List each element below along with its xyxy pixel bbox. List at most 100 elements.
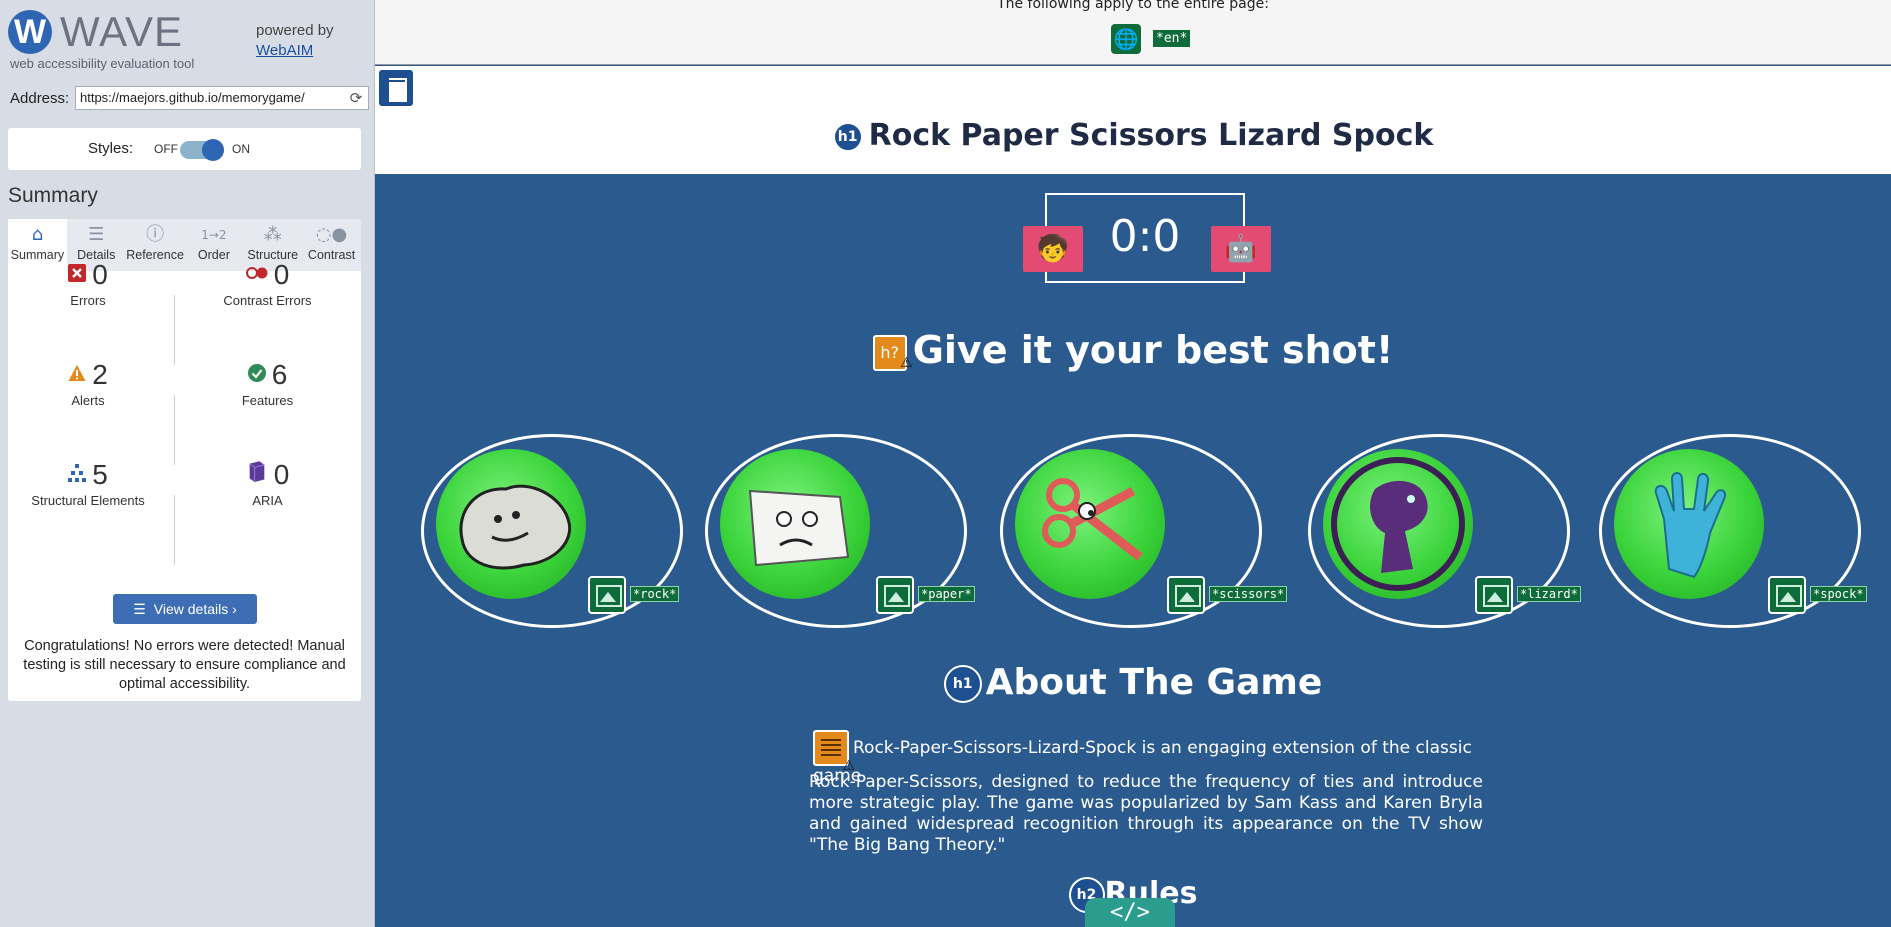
structural-label: Structural Elements [31,493,145,508]
page-level-info: The following apply to the entire page: … [375,0,1891,65]
stat-divider [174,295,175,365]
image-alt-icon[interactable] [1768,576,1806,614]
paper-choice[interactable]: *paper* [705,434,975,628]
possible-heading-alert-icon[interactable]: h? [872,334,913,379]
image-alt-icon[interactable] [588,576,626,614]
shot-heading: h?Give it your best shot! [375,328,1891,379]
player-avatar: 🧒 [1023,226,1083,272]
summary-panel: ⌂ Summary ☰ Details ⓘ Reference 1→2 Order ⁂ S… [8,219,361,701]
alt-text-tag: *scissors* [1209,586,1288,602]
alt-text-tag: *spock* [1810,586,1867,602]
page-title-text: Rock Paper Scissors Lizard Spock [868,118,1434,153]
alert-icon [68,365,86,381]
alerts-count: 2 [92,359,108,390]
language-globe-icon[interactable]: 🌐 [1111,24,1141,54]
spock-choice[interactable]: *spock* [1599,434,1867,628]
page-title: h1 Rock Paper Scissors Lizard Spock [375,118,1891,153]
webaim-link[interactable]: WebAIM [256,42,313,59]
about-paragraph: Rock-Paper-Scissors, designed to reduce … [809,772,1483,855]
about-heading-text: About The Game [985,662,1323,703]
image-alt-icon[interactable] [1167,576,1205,614]
address-label: Address: [10,90,70,107]
styles-on-label: ON [232,142,250,156]
image-alt-icon[interactable] [876,576,914,614]
wave-sidebar: W WAVE web accessibility evaluation tool… [0,0,375,927]
contrast-errors-stat: 0 Contrast Errors [174,259,361,308]
aria-count: 0 [273,459,290,490]
lizard-icon [1331,457,1465,591]
rock-choice[interactable]: *rock* [421,434,683,628]
congrats-message: Congratulations! No errors were detected… [23,638,346,692]
lizard-choice[interactable]: *lizard* [1308,434,1581,628]
structural-stat: 5 Structural Elements [8,459,168,508]
scissors-icon [1042,478,1143,561]
features-count: 6 [271,359,288,390]
stat-divider [174,495,175,565]
contrast-errors-count: 0 [273,259,290,290]
heading-h1-icon[interactable]: h1 [943,665,982,703]
features-stat: 6 Features [174,359,361,408]
aria-stat: 0 ARIA [174,459,361,508]
stat-divider [174,395,175,465]
view-details-button[interactable]: ☰ View details › [113,594,257,624]
structure-icon: ⁂ [263,224,282,245]
about-heading: h1 About The Game [375,662,1891,703]
paper-icon [748,489,850,567]
reload-icon[interactable]: ⟳ [347,89,365,107]
alt-text-tag: *paper* [918,586,975,602]
view-details-label: View details › [153,601,237,617]
errors-count: 0 [92,259,108,290]
robot-avatar: 🤖 [1211,226,1271,272]
image-alt-icon[interactable] [1475,576,1513,614]
contrast-error-icon [245,267,268,279]
styles-toggle-box: Styles: OFF ON [8,128,361,170]
errors-label: Errors [70,293,106,308]
list-icon: ☰ [133,601,146,617]
order-icon: 1→2 [201,228,227,242]
errors-stat: 0 Errors [8,259,168,308]
summary-title: Summary [8,184,98,207]
contrast-errors-label: Contrast Errors [223,293,312,308]
structure-icon [68,464,87,482]
wave-logo-icon: W [8,10,52,54]
wave-brand: W WAVE web accessibility evaluation tool… [8,8,368,74]
feature-check-icon [247,364,266,382]
alt-text-tag: *lizard* [1517,586,1581,602]
features-label: Features [241,393,294,408]
info-icon: ⓘ [146,224,165,245]
alerts-label: Alerts [71,393,105,408]
styles-off-label: OFF [154,142,178,156]
heading-h1-icon[interactable]: h1 [832,121,863,152]
code-panel-toggle[interactable]: </> [1085,898,1175,927]
page-header: h1 Rock Paper Scissors Lizard Spock [375,66,1891,174]
error-icon [68,264,87,282]
address-input[interactable]: https://maejors.github.io/memorygame/ [75,86,369,110]
rock-image [436,449,586,599]
document-icon[interactable] [379,70,413,106]
alerts-stat: 2 Alerts [8,359,168,408]
scissors-choice[interactable]: *scissors* [1000,434,1288,628]
lizard-image [1323,449,1473,599]
toggle-knob [202,139,224,161]
paper-image [720,449,870,599]
aria-cube-icon [249,461,265,482]
aria-label: ARIA [252,493,283,508]
wave-logo-text: WAVE [60,8,184,55]
long-paragraph-alert-icon[interactable] [813,730,855,774]
shot-heading-text: Give it your best shot! [912,328,1394,372]
home-icon: ⌂ [31,224,44,245]
structural-count: 5 [92,459,108,490]
scissors-image [1015,449,1165,599]
language-tag: *en* [1153,30,1191,47]
address-bar: Address: https://maejors.github.io/memor… [10,86,369,112]
powered-by-label: powered by [256,22,334,39]
page-info-text: The following apply to the entire page: [997,0,1269,12]
wave-tagline: web accessibility evaluation tool [10,56,195,71]
page-content: The following apply to the entire page: … [375,0,1891,927]
contrast-icon: ◌● [315,224,348,245]
styles-label: Styles: [88,140,134,157]
spock-image [1614,449,1764,599]
rock-icon [459,484,572,570]
styles-toggle[interactable] [180,139,224,161]
alt-text-tag: *rock* [630,586,680,602]
